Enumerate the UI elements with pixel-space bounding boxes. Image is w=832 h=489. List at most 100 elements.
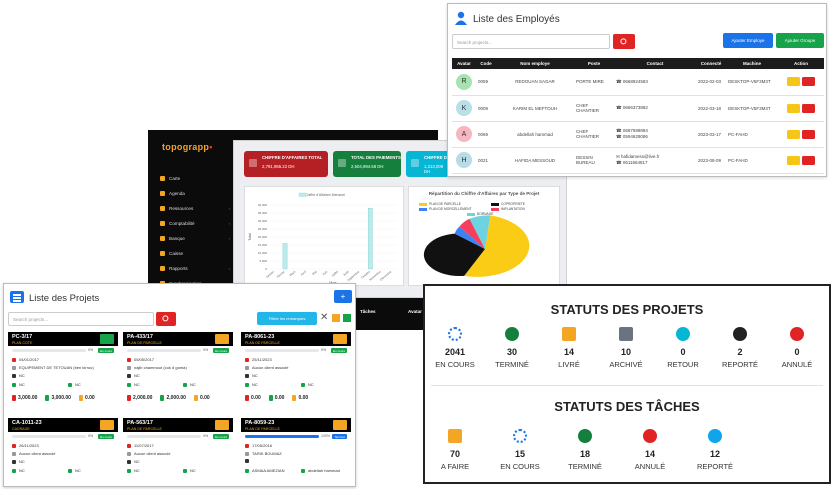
project-card[interactable]: PA-8061-23 PLAN DE PARCELLE 0% En cours … [241,332,351,412]
sidebar-item-caisse[interactable]: Caisse [160,251,230,256]
kpi-chiffre-affaires-total: CHIFFRE D'AFFAIRES TOTAL 2,791,955.22 DH [244,151,328,177]
table-row[interactable]: H 0021 HAFIDA MESSOUD DESSIN BUREAU ✉ ha… [452,147,824,174]
project-assignee: NC [12,468,25,473]
employee-code: 0059 [476,69,496,96]
folder-icon[interactable] [215,334,229,344]
contact-phone: ☎ 0594629086 [616,134,648,139]
x-tick-label: Avril [300,269,307,276]
status-count: 12 [709,449,720,459]
table-row[interactable]: R 0059 REDOUAN SAGAR PORTE MIRE ☎ 066892… [452,69,824,96]
undo-icon [676,327,690,341]
chevron-icon: › [228,266,230,271]
progress-bar [12,349,86,352]
status-badge: En cours [331,348,347,353]
spinner-icon [448,327,462,341]
add-employee-button[interactable]: Ajouter Employe [723,33,773,48]
status-item: 2041 EN COURS [425,327,485,369]
search-input[interactable]: Search projects... [8,312,154,326]
x-tick-label: Septembre [346,269,360,282]
search-input[interactable]: Search projects... [452,34,610,49]
project-card[interactable]: PA-8059-23 PLAN DE PARCELLE 100% Terminé… [241,418,351,486]
delete-button[interactable] [802,77,815,87]
project-assignee: abdellah hammad [301,468,340,473]
delete-button[interactable] [802,155,815,165]
avatar: R [456,73,472,90]
delete-button[interactable] [802,103,815,113]
project-card[interactable]: PA-563/17 PLAN DE PARCELLE 0% En cours 1… [123,418,233,486]
x-tick-label: Mai [311,269,318,275]
project-type: PLAN DE PARCELLE [245,427,280,431]
clear-filter-icon[interactable]: ✕ [320,312,328,323]
project-assignee: NC [127,468,140,473]
add-group-button[interactable]: Ajouter Groupe [776,33,824,48]
sidebar-item-banque[interactable]: Banque › [160,236,230,241]
project-client: Aucun client associé [12,451,55,456]
status-label: LIVRÉ [558,360,580,369]
employee-name: abdellah hammad [496,121,574,148]
project-date: 25/11/2023 [245,357,272,362]
project-code: PC-3/17 [12,334,33,340]
column-header[interactable]: Action [778,58,824,69]
contact-phone: ☎ 0611664817 [616,160,648,165]
project-location: NC [127,373,140,378]
edit-button[interactable] [787,103,800,113]
status-label: REPORTÉ [721,360,759,369]
folder-icon[interactable] [100,420,114,430]
y-tick-label: 20,000 [258,235,268,239]
card-header: PC-3/17 PLAN COTE [8,332,118,346]
column-header[interactable]: Connecté [696,58,726,69]
status-count: 14 [563,347,574,357]
sidebar-item-agenda[interactable]: Agenda [160,191,230,196]
status-item: 12 REPORTÉ [685,429,745,471]
status-label: EN COURS [435,360,475,369]
status-count: 2041 [444,347,466,357]
sidebar-item-carte[interactable]: Carte [160,176,230,181]
column-header[interactable]: Nom employe [496,58,574,69]
y-tick-label: 30,000 [258,219,268,223]
delete-button[interactable] [802,129,815,139]
employee-machine: PC-FAHD [726,121,778,148]
column-header[interactable]: Avatar [452,58,476,69]
project-date: 17/05/2016 [245,443,272,448]
status-item: 70 A FAIRE [425,429,485,471]
filter-remarks-button[interactable]: Filtrer les remarques [257,312,317,325]
column-header[interactable]: Machine [726,58,778,69]
employee-code: 0021 [476,147,496,174]
sidebar-item-ressources[interactable]: Ressources › [160,206,230,211]
sidebar-item-comptabilite[interactable]: Comptabilité › [160,221,230,226]
edit-button[interactable] [787,155,800,165]
employee-connected: 2022-02-03 [696,69,726,96]
archive-icon [619,327,633,341]
project-card[interactable]: PC-3/17 PLAN COTE 0% En cours 04/01/2017… [8,332,118,412]
x-tick-label: Mars [289,269,297,277]
status-count: 15 [514,449,525,459]
y-tick-label: 15,000 [258,243,268,247]
project-card[interactable]: PA-433/17 PLAN DE PARCELLE 0% En cours 0… [123,332,233,412]
project-code: PA-433/17 [127,334,153,340]
project-assignee: NC [301,382,314,387]
sidebar-item-label: Banque [169,236,185,241]
table-row[interactable]: A 0069 abdellah hammad CHEF CHANTIER ☎ 0… [452,121,824,148]
folder-icon[interactable] [333,334,347,344]
excel-icon[interactable] [343,314,351,322]
folder-icon[interactable] [333,420,347,430]
sidebar-item-rapports[interactable]: Rapports › [160,266,230,271]
project-location: NC [127,459,140,464]
project-card[interactable]: CA-1011-23 CADRAGE 0% En cours 26/11/202… [8,418,118,486]
folder-icon[interactable] [215,420,229,430]
table-row[interactable]: K 0009 KARIM EL MEFTOUH CHEF CHANTIER ☎ … [452,95,824,122]
status-badge: En cours [213,348,229,353]
folder-icon[interactable] [100,334,114,344]
calendar-icon[interactable] [332,314,340,322]
search-button[interactable] [613,34,635,49]
y-tick-label: 25,000 [258,227,268,231]
bar-chart: Chiffre d'Affaires Mensuel 40,000 35,000 30… [248,192,397,285]
column-header[interactable]: Code [476,58,496,69]
status-item: 2 REPORTÉ [710,327,770,369]
column-header[interactable]: Poste [574,58,614,69]
add-project-button[interactable]: + [334,290,352,303]
edit-button[interactable] [787,77,800,87]
search-button[interactable] [156,312,176,326]
edit-button[interactable] [787,129,800,139]
column-header[interactable]: Contact [614,58,696,69]
